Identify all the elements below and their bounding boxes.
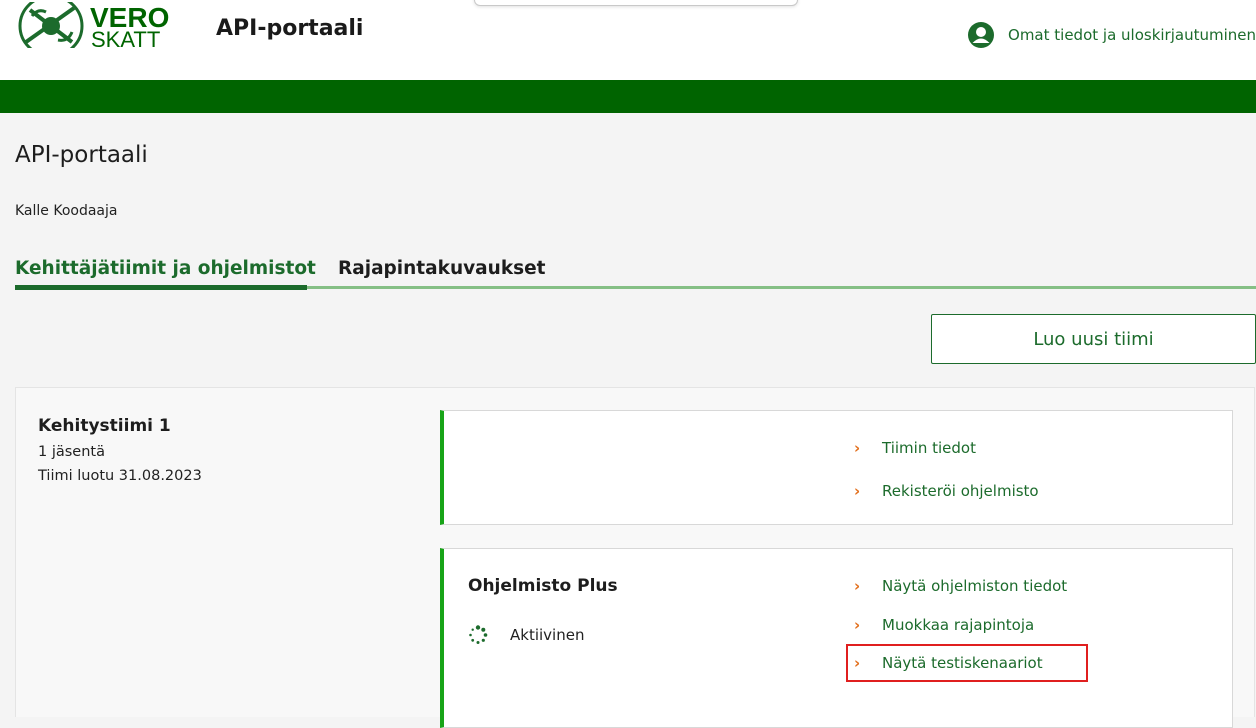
- edit-interfaces-label: Muokkaa rajapintoja: [882, 616, 1035, 634]
- emblem-icon: VERO SKATT: [18, 0, 169, 58]
- team-info-link[interactable]: › Tiimin tiedot: [854, 436, 1039, 460]
- top-header: VERO SKATT API-portaali Omat tiedot ja u…: [0, 0, 1256, 80]
- software-panel: Ohjelmisto Plus Aktiivinen › Näytä ohjel…: [440, 548, 1233, 728]
- spinner-icon: [469, 625, 488, 644]
- brand-bar: [0, 80, 1256, 113]
- show-test-scenarios-link[interactable]: › Näytä testiskenaariot: [846, 644, 1088, 682]
- tab-api-descriptions[interactable]: Rajapintakuvaukset: [338, 258, 546, 279]
- page-title: API-portaali: [15, 142, 148, 168]
- team-info-label: Tiimin tiedot: [882, 439, 976, 457]
- create-team-button[interactable]: Luo uusi tiimi: [931, 314, 1256, 364]
- chevron-right-icon: ›: [854, 577, 861, 595]
- register-software-label: Rekisteröi ohjelmisto: [882, 482, 1039, 500]
- team-card: Kehitystiimi 1 1 jäsentä Tiimi luotu 31.…: [15, 387, 1255, 728]
- team-member-count: 1 jäsentä: [38, 444, 105, 460]
- show-test-scenarios-label: Näytä testiskenaariot: [882, 654, 1043, 672]
- show-software-info-link[interactable]: › Näytä ohjelmiston tiedot: [854, 574, 1067, 598]
- software-name: Ohjelmisto Plus: [468, 576, 618, 596]
- team-actions-panel: › Tiimin tiedot › Rekisteröi ohjelmisto: [440, 410, 1233, 525]
- show-software-info-label: Näytä ohjelmiston tiedot: [882, 577, 1068, 595]
- chevron-right-icon: ›: [854, 482, 861, 500]
- tab-bar: Kehittäjätiimit ja ohjelmistot Rajapinta…: [15, 258, 1256, 292]
- search-input[interactable]: [474, 0, 798, 6]
- software-status-label: Aktiivinen: [510, 626, 585, 644]
- chevron-right-icon: ›: [854, 654, 861, 672]
- chevron-right-icon: ›: [854, 439, 861, 457]
- register-software-link[interactable]: › Rekisteröi ohjelmisto: [854, 479, 1039, 503]
- team-name: Kehitystiimi 1: [38, 416, 171, 436]
- user-name: Kalle Koodaaja: [15, 203, 118, 219]
- software-status: Aktiivinen: [468, 625, 584, 645]
- chevron-right-icon: ›: [854, 616, 861, 634]
- vero-skatt-logo[interactable]: VERO SKATT: [14, 0, 194, 58]
- user-circle-icon: [968, 22, 995, 48]
- edit-interfaces-link[interactable]: › Muokkaa rajapintoja: [854, 613, 1067, 637]
- account-link-label: Omat tiedot ja uloskirjautuminen: [1008, 26, 1256, 44]
- team-created-date: Tiimi luotu 31.08.2023: [38, 468, 202, 484]
- software-links: › Näytä ohjelmiston tiedot › Muokkaa raj…: [846, 574, 1088, 682]
- tab-active-indicator: [15, 285, 307, 290]
- account-link[interactable]: Omat tiedot ja uloskirjautuminen: [968, 22, 1256, 48]
- site-title[interactable]: API-portaali: [216, 16, 363, 41]
- logo-text-skatt: SKATT: [91, 27, 160, 48]
- team-links: › Tiimin tiedot › Rekisteröi ohjelmisto: [854, 436, 1039, 503]
- tab-teams-software[interactable]: Kehittäjätiimit ja ohjelmistot: [15, 258, 316, 279]
